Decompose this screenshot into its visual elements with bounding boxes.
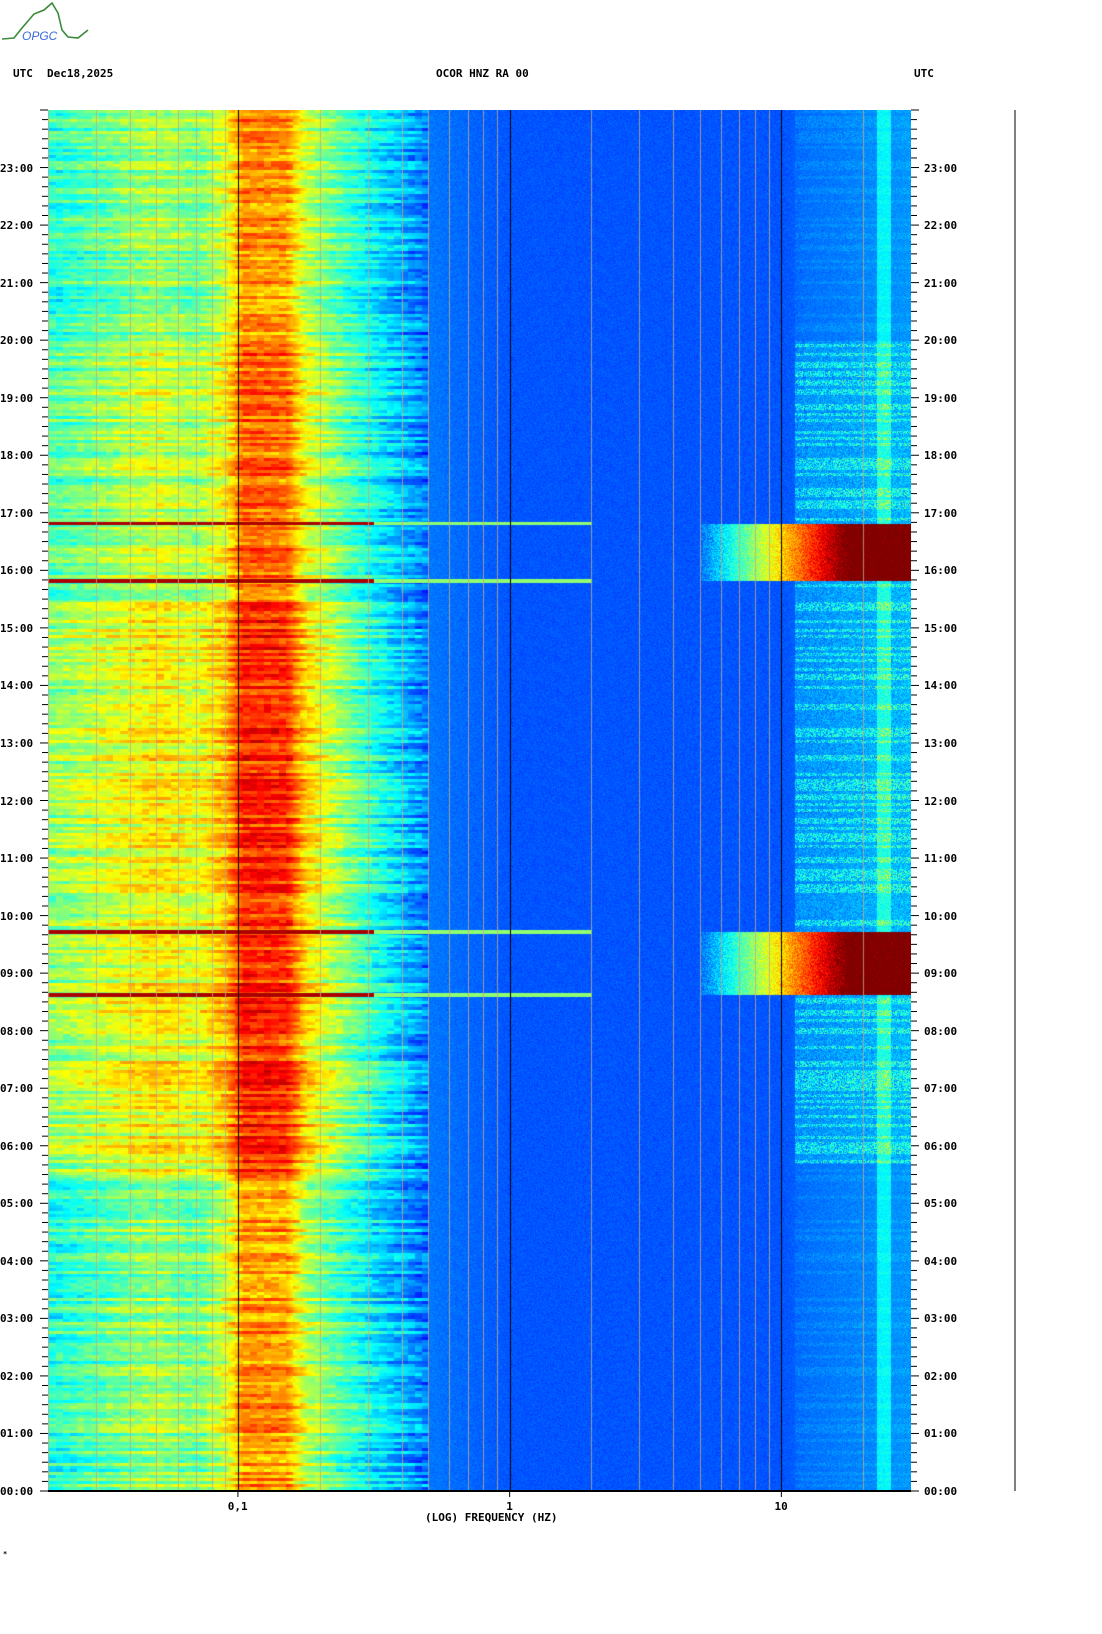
y-tick-label-right: 15:00 bbox=[924, 621, 958, 635]
y-tick-label-right: 17:00 bbox=[924, 506, 958, 520]
y-tick-label-left: 13:00 bbox=[0, 736, 34, 750]
y-tick-label-left: 07:00 bbox=[0, 1082, 34, 1096]
y-tick-label-left: 11:00 bbox=[0, 852, 34, 866]
y-tick-label-left: 04:00 bbox=[0, 1254, 34, 1268]
y-tick-label-left: 08:00 bbox=[0, 1024, 34, 1038]
y-tick-label-left: 15:00 bbox=[0, 621, 34, 635]
y-tick-label-left: 09:00 bbox=[0, 967, 34, 981]
y-tick-label-right: 00:00 bbox=[924, 1485, 958, 1498]
footer-mark: * bbox=[3, 1550, 8, 1558]
y-tick-label-left: 05:00 bbox=[0, 1197, 34, 1211]
y-tick-label-right: 08:00 bbox=[924, 1024, 958, 1038]
y-tick-label-left: 02:00 bbox=[0, 1369, 34, 1383]
y-tick-label-right: 22:00 bbox=[924, 219, 958, 233]
y-tick-label-left: 17:00 bbox=[0, 506, 34, 520]
x-axis-label: (LOG) FREQUENCY (HZ) bbox=[425, 1511, 558, 1524]
y-tick-label-left: 21:00 bbox=[0, 276, 34, 290]
y-tick-label-left: 20:00 bbox=[0, 334, 34, 348]
y-tick-label-right: 19:00 bbox=[924, 391, 958, 405]
y-tick-label-right: 04:00 bbox=[924, 1254, 958, 1268]
y-tick-label-left: 06:00 bbox=[0, 1139, 34, 1153]
y-tick-label-left: 00:00 bbox=[0, 1485, 34, 1498]
y-tick-label-right: 01:00 bbox=[924, 1427, 958, 1441]
y-tick-label-right: 10:00 bbox=[924, 909, 958, 923]
y-tick-label-right: 07:00 bbox=[924, 1082, 958, 1096]
y-tick-label-right: 12:00 bbox=[924, 794, 958, 808]
y-tick-label-right: 06:00 bbox=[924, 1139, 958, 1153]
y-tick-label-right: 11:00 bbox=[924, 852, 958, 866]
y-tick-label-right: 18:00 bbox=[924, 449, 958, 463]
x-tick-label: 10 bbox=[774, 1500, 788, 1513]
y-tick-label-right: 14:00 bbox=[924, 679, 958, 693]
y-tick-label-right: 09:00 bbox=[924, 967, 958, 981]
y-tick-label-right: 21:00 bbox=[924, 276, 958, 290]
y-tick-label-left: 14:00 bbox=[0, 679, 34, 693]
x-tick-label: 0,1 bbox=[227, 1500, 248, 1513]
y-tick-label-left: 03:00 bbox=[0, 1312, 34, 1326]
y-tick-label-left: 16:00 bbox=[0, 564, 34, 578]
y-tick-label-right: 02:00 bbox=[924, 1369, 958, 1383]
y-tick-label-left: 23:00 bbox=[0, 161, 34, 175]
y-tick-label-left: 01:00 bbox=[0, 1427, 34, 1441]
y-tick-label-right: 20:00 bbox=[924, 334, 958, 348]
y-tick-label-left: 10:00 bbox=[0, 909, 34, 923]
y-tick-label-left: 22:00 bbox=[0, 219, 34, 233]
chart-axes bbox=[40, 109, 1016, 1497]
y-tick-label-right: 23:00 bbox=[924, 161, 958, 175]
y-tick-label-right: 05:00 bbox=[924, 1197, 958, 1211]
y-tick-label-right: 03:00 bbox=[924, 1312, 958, 1326]
y-tick-label-left: 12:00 bbox=[0, 794, 34, 808]
y-tick-label-right: 16:00 bbox=[924, 564, 958, 578]
y-tick-label-right: 13:00 bbox=[924, 736, 958, 750]
y-tick-label-left: 18:00 bbox=[0, 449, 34, 463]
y-tick-label-left: 19:00 bbox=[0, 391, 34, 405]
